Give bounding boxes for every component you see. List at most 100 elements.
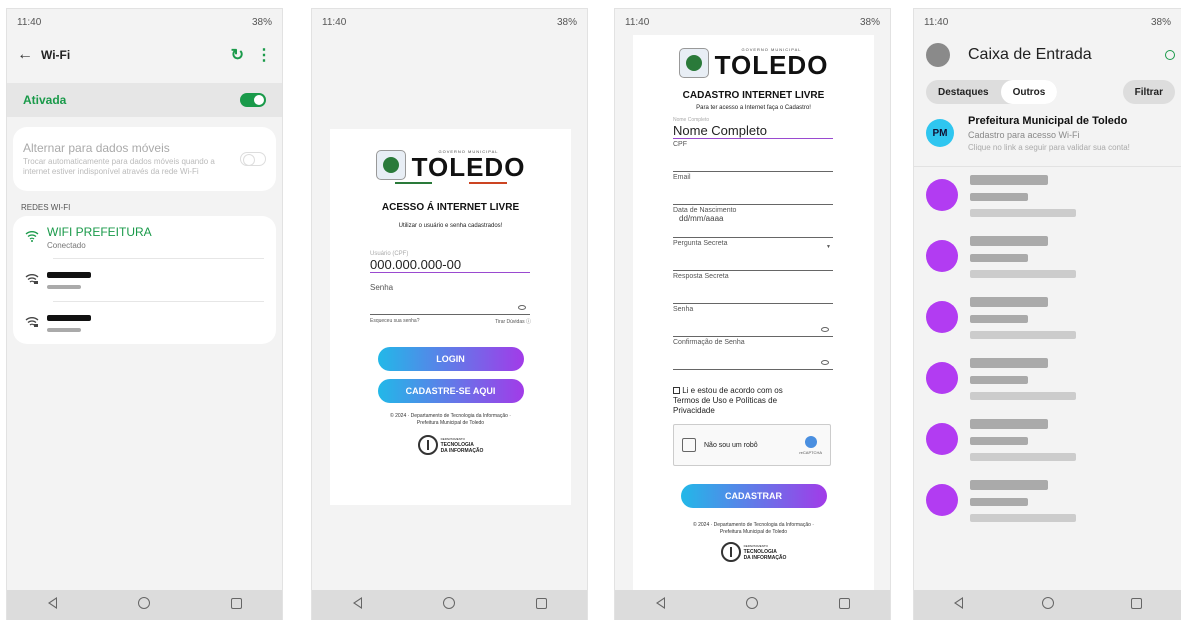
show-password-icon[interactable]	[518, 305, 526, 310]
wifi-header: ← Wi-Fi ↻ ⋮	[7, 35, 282, 75]
status-battery: 38%	[859, 16, 880, 28]
wifi-toggle[interactable]	[240, 93, 266, 107]
email-item-placeholder[interactable]	[914, 350, 1181, 411]
cpf-field[interactable]: Usuário (CPF) 000.000.000-00	[370, 251, 530, 273]
birthdate-value: dd/mm/aaaa	[679, 214, 724, 223]
register-button[interactable]: CADASTRE-SE AQUI	[377, 379, 524, 403]
recents-nav-icon[interactable]	[521, 596, 561, 614]
network-item-connected[interactable]: WIFI PREFEITURA Conectado	[13, 216, 276, 258]
redacted-network-status	[47, 327, 81, 332]
home-nav-icon[interactable]	[1028, 596, 1068, 614]
status-time: 11:40	[17, 16, 42, 28]
confirm-password-label: Confirmação de Senha	[673, 339, 745, 346]
recaptcha-widget[interactable]: Não sou um robô reCAPTCHA	[673, 424, 831, 466]
recents-nav-icon[interactable]	[1117, 596, 1157, 614]
wifi-locked-icon	[25, 273, 47, 288]
toledo-logo: GOVERNO MUNICIPAL TOLEDO	[633, 47, 874, 78]
captcha-label: Não sou um robô	[704, 441, 758, 449]
cpf-label: CPF	[673, 141, 687, 148]
back-nav-icon[interactable]	[338, 596, 378, 614]
back-arrow-icon[interactable]: ←	[17, 46, 33, 64]
refresh-icon[interactable]: ↻	[231, 45, 244, 65]
email-item-placeholder[interactable]	[914, 411, 1181, 472]
network-name: WIFI PREFEITURA	[47, 224, 152, 239]
login-footer: © 2024 · Departamento de Tecnologia da I…	[390, 413, 511, 426]
network-item-hidden-1[interactable]	[13, 259, 276, 301]
dept-logo: DEPARTAMENTO TECNOLOGIA DA INFORMAÇÃO	[633, 542, 874, 562]
email-field[interactable]: Email	[673, 172, 833, 205]
city-crest-icon	[678, 47, 709, 78]
secret-answer-field[interactable]: Resposta Secreta	[673, 271, 833, 304]
status-battery: 38%	[556, 16, 577, 28]
network-list: WIFI PREFEITURA Conectado	[13, 216, 276, 344]
home-nav-icon[interactable]	[124, 596, 164, 614]
filter-button[interactable]: Filtrar	[1122, 80, 1175, 104]
password-links: Esqueceu sua senha? Tirar Dúvidas ⓘ	[330, 318, 571, 325]
inbox-title: Caixa de Entrada	[968, 46, 1092, 63]
secret-answer-label: Resposta Secreta	[673, 273, 729, 280]
full-name-field[interactable]: Nome Completo Nome Completo	[673, 115, 833, 139]
birthdate-field[interactable]: Data de Nascimento dd/mm/aaaa	[673, 205, 833, 238]
placeholder-avatar	[926, 484, 958, 516]
tab-others[interactable]: Outros	[1000, 80, 1058, 104]
mobile-data-desc: Trocar automaticamente para dados móveis…	[23, 157, 215, 176]
placeholder-avatar	[926, 240, 958, 272]
email-subject: Cadastro para acesso Wi-Fi	[968, 130, 1080, 140]
recents-nav-icon[interactable]	[216, 596, 256, 614]
submit-button[interactable]: CADASTRAR	[680, 484, 827, 508]
mobile-data-switch-row[interactable]: Alternar para dados móveis Trocar automa…	[13, 127, 276, 191]
user-avatar[interactable]	[926, 43, 950, 67]
help-link[interactable]: Tirar Dúvidas ⓘ	[495, 318, 531, 325]
back-nav-icon[interactable]	[33, 596, 73, 614]
android-navbar	[914, 590, 1181, 620]
more-options-icon[interactable]: ⋮	[256, 45, 272, 65]
recaptcha-logo: reCAPTCHA	[799, 435, 822, 455]
show-password-icon[interactable]	[821, 360, 829, 365]
wifi-toggle-row[interactable]: Ativada	[7, 83, 282, 117]
page-title: Wi-Fi	[41, 48, 71, 62]
cpf-value: 000.000.000-00	[370, 257, 462, 272]
password-field[interactable]: Senha	[673, 304, 833, 337]
status-time: 11:40	[322, 16, 347, 28]
status-battery: 38%	[1150, 16, 1171, 28]
network-item-hidden-2[interactable]	[13, 302, 276, 344]
terms-checkbox-row[interactable]: Li e estou de acordo com os Termos de Us…	[673, 386, 803, 416]
placeholder-avatar	[926, 362, 958, 394]
registration-title: CADASTRO INTERNET LIVRE	[682, 90, 825, 101]
login-button[interactable]: LOGIN	[377, 347, 524, 371]
networks-section-label: REDES WI-FI	[21, 203, 71, 212]
login-title: ACESSO Á INTERNET LIVRE	[381, 202, 520, 213]
recents-nav-icon[interactable]	[824, 596, 864, 614]
inbox-header: Caixa de Entrada	[914, 35, 1181, 75]
tab-highlights[interactable]: Destaques	[926, 80, 1001, 104]
secret-question-select[interactable]: Pergunta Secreta ▼	[673, 238, 833, 271]
email-item-prefeitura[interactable]: PM Prefeitura Municipal de Toledo Cadast…	[914, 109, 1181, 167]
back-nav-icon[interactable]	[641, 596, 681, 614]
email-item-placeholder[interactable]	[914, 472, 1181, 533]
email-item-placeholder[interactable]	[914, 228, 1181, 289]
wifi-locked-icon	[25, 316, 47, 331]
mobile-data-toggle[interactable]	[240, 152, 266, 166]
login-subtitle: Utilizar o usuário e senha cadastrados!	[398, 223, 503, 229]
home-nav-icon[interactable]	[732, 596, 772, 614]
forgot-password-link[interactable]: Esqueceu sua senha?	[370, 318, 419, 325]
back-nav-icon[interactable]	[939, 596, 979, 614]
dept-logo-line2: DA INFORMAÇÃO	[440, 448, 484, 454]
search-icon[interactable]	[1165, 50, 1175, 60]
password-field[interactable]: Senha	[370, 283, 530, 315]
show-password-icon[interactable]	[821, 327, 829, 332]
phone-email-inbox: 11:40 38% Caixa de Entrada Destaques Outr…	[913, 8, 1181, 620]
status-time: 11:40	[625, 16, 650, 28]
logo-brand: TOLEDO	[411, 152, 526, 182]
email-item-placeholder[interactable]	[914, 167, 1181, 228]
confirm-password-field[interactable]: Confirmação de Senha	[673, 337, 833, 370]
cpf-field[interactable]: CPF	[673, 139, 833, 172]
inbox-tabs: Destaques Outros Filtrar	[914, 75, 1181, 109]
email-sender: Prefeitura Municipal de Toledo	[968, 115, 1128, 127]
captcha-checkbox[interactable]	[682, 438, 696, 452]
terms-checkbox[interactable]	[673, 387, 680, 395]
dept-logo-line2: DA INFORMAÇÃO	[743, 555, 787, 561]
email-item-placeholder[interactable]	[914, 289, 1181, 350]
toledo-logo: GOVERNO MUNICIPAL TOLEDO	[330, 149, 571, 180]
home-nav-icon[interactable]	[429, 596, 469, 614]
